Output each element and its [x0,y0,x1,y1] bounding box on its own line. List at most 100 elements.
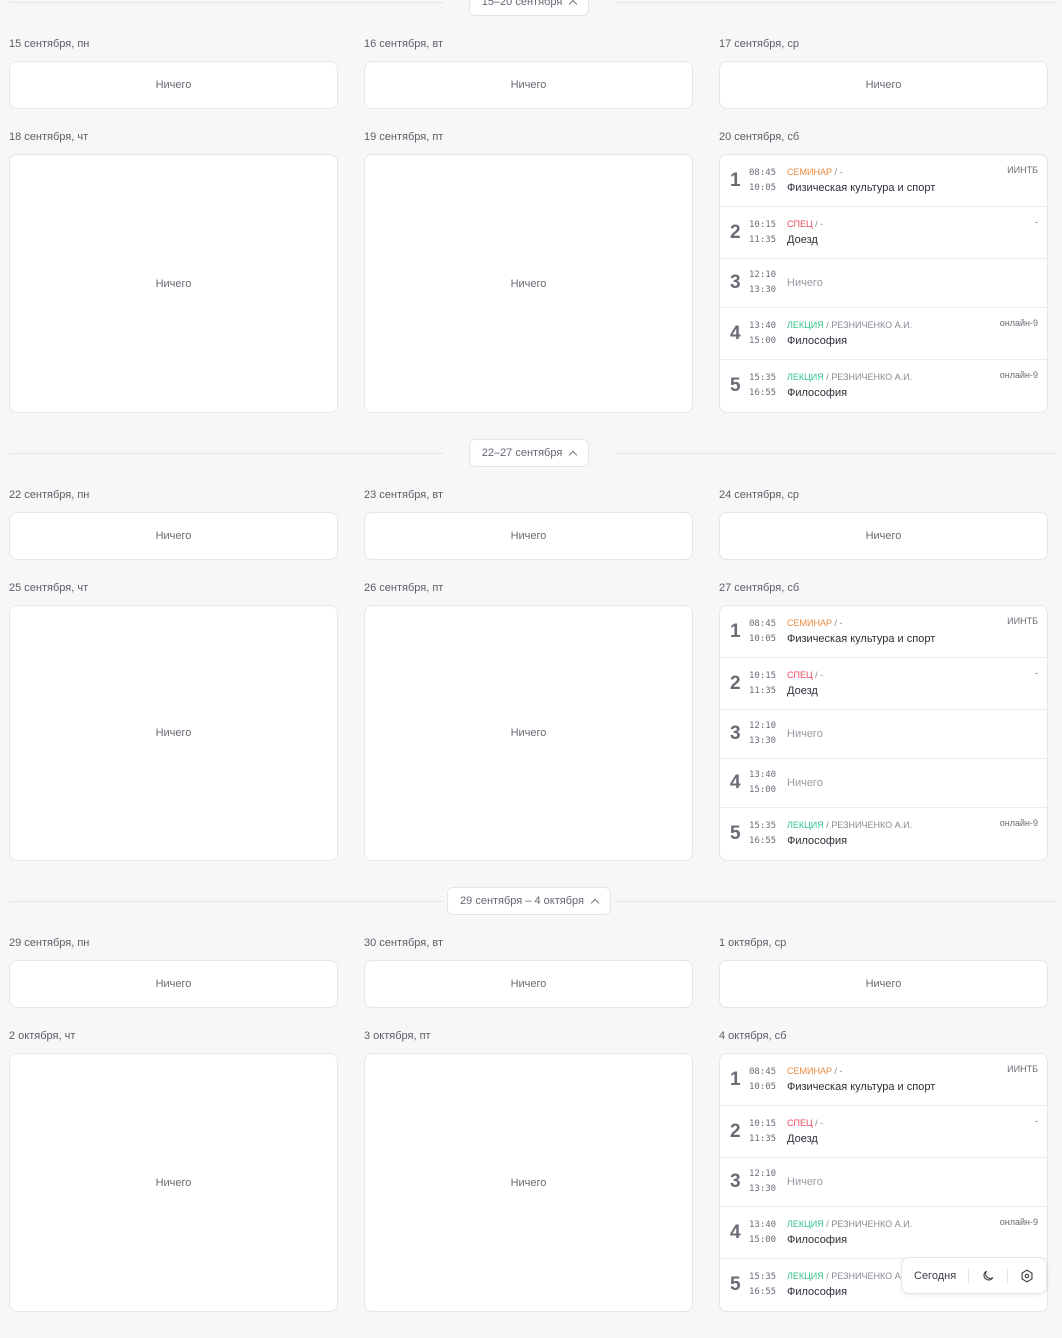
start-time: 15:35 [749,821,777,831]
lesson-type: СПЕЦ [787,1117,813,1128]
lesson-row[interactable]: 3 12:10 13:30 Ничего [720,710,1047,759]
lesson-type: СПЕЦ [787,669,813,680]
day-column: 18 сентября, чт Ничего [9,129,338,413]
day-label: 24 сентября, ср [719,489,799,501]
lesson-times: 10:15 11:35 [749,218,787,248]
settings-icon [1021,1269,1033,1282]
lesson-type: ЛЕКЦИЯ [787,372,824,382]
day-column: 27 сентября, сб 1 08:45 10:05 СЕМИНАР / - Физ… [719,580,1048,861]
teacher-name: РЕЗНИЧЕНКО А.И. [831,1271,913,1281]
lesson-type: ЛЕКЦИЯ [787,820,824,830]
lesson-number: 1 [730,169,741,191]
subject-name: Доезд [787,233,818,246]
lesson-type: ЛЕКЦИЯ [787,1271,824,1281]
subject-name: Физическая культура и спорт [787,1080,936,1093]
day-label: 23 сентября, вт [364,489,443,501]
empty-label: Ничего [510,978,547,990]
theme-toggle-button[interactable] [969,1258,1007,1293]
lesson-number: 2 [730,672,741,694]
lesson-info: Ничего [787,728,1039,740]
today-button[interactable]: Сегодня [902,1258,968,1293]
lesson-row[interactable]: 5 15:35 16:55 ЛЕКЦИЯ / РЕЗНИЧЕНКО А.И. Филос… [720,808,1047,860]
subject-name: Физическая культура и спорт [787,632,936,645]
lesson-row[interactable]: 4 13:40 15:00 ЛЕКЦИЯ / РЕЗНИЧЕНКО А.И. Филос… [720,1207,1047,1259]
week-toggle-button[interactable]: 29 сентября – 4 октября [447,887,611,915]
day-column: 3 октября, пт Ничего [364,1028,693,1312]
day-label: 2 октября, чт [9,1030,76,1042]
floating-toolbar: Сегодня [901,1257,1048,1294]
day-label: 30 сентября, вт [364,937,443,949]
lesson-row[interactable]: 1 08:45 10:05 СЕМИНАР / - Физическая культур… [720,155,1047,207]
start-time: 13:40 [749,770,777,780]
lesson-row[interactable]: 1 08:45 10:05 СЕМИНАР / - Физическая культур… [720,606,1047,658]
start-time: 08:45 [749,618,777,629]
week-section: 29 сентября – 4 октября 29 сентября, пн Ни… [9,887,1058,1312]
lesson-row[interactable]: 2 10:15 11:35 СПЕЦ / - Доезд - [720,1106,1047,1158]
day-column: 19 сентября, пт Ничего [364,129,693,413]
lesson-row[interactable]: 2 10:15 11:35 СПЕЦ / - Доезд - [720,658,1047,710]
start-time: 13:40 [749,1219,777,1230]
subject-name: Философия [787,387,848,399]
day-card-empty: Ничего [364,1053,693,1312]
divider [9,453,444,454]
lesson-number: 1 [730,1068,741,1090]
lesson-row[interactable]: 5 15:35 16:55 ЛЕКЦИЯ / РЕЗНИЧЕНКО А.И. Филос… [720,360,1047,412]
empty-label: Ничего [865,79,902,91]
teacher-name: - [820,218,824,229]
lesson-row[interactable]: 1 08:45 10:05 СЕМИНАР / - Физическая культур… [720,1054,1047,1106]
teacher-name: - [839,1065,843,1076]
lesson-number: 5 [730,1274,741,1295]
start-time: 08:45 [749,167,777,178]
lesson-info: СЕМИНАР / - Физическая культура и спорт [787,616,1039,648]
start-time: 12:10 [749,721,777,731]
teacher-name: - [820,669,824,680]
subject-name: Физическая культура и спорт [787,181,936,194]
lesson-times: 13:40 15:00 [749,319,787,349]
week-section: 15–20 сентября 15 сентября, пн Ничего 16 се… [9,0,1058,413]
lesson-number: 4 [730,1221,741,1243]
day-label: 4 октября, сб [719,1030,787,1042]
subject-name: Философия [787,1233,848,1246]
lesson-row[interactable]: 4 13:40 15:00 ЛЕКЦИЯ / РЕЗНИЧЕНКО А.И. Филос… [720,308,1047,360]
lesson-type: СЕМИНАР [787,166,832,177]
empty-label: Ничего [510,727,547,739]
start-time: 08:45 [749,1066,777,1077]
end-time: 13:30 [749,736,777,746]
day-column: 17 сентября, ср Ничего [719,36,1048,109]
week-separator: 15–20 сентября [9,0,1058,16]
empty-label: Ничего [510,79,547,91]
week-toggle-button[interactable]: 15–20 сентября [468,0,590,16]
lesson-times: 10:15 11:35 [749,669,787,699]
day-column: 26 сентября, пт Ничего [364,580,693,861]
lesson-number: 3 [730,272,741,293]
lesson-times: 13:40 15:00 [749,768,787,798]
teacher-name: РЕЗНИЧЕНКО А.И. [831,1218,913,1229]
end-time: 16:55 [749,836,777,846]
start-time: 10:15 [749,219,777,230]
lesson-row[interactable]: 3 12:10 13:30 Ничего [720,259,1047,308]
chevron-up-icon [569,0,578,8]
day-label: 26 сентября, пт [364,582,444,594]
lesson-times: 15:35 16:55 [749,371,787,401]
end-time: 15:00 [749,335,777,346]
lesson-type: ЛЕКЦИЯ [787,1218,824,1229]
teacher-name: РЕЗНИЧЕНКО А.И. [831,372,913,382]
week-toggle-button[interactable]: 22–27 сентября [468,439,590,467]
lesson-info: СПЕЦ / - Доезд [787,1116,1039,1148]
settings-button[interactable] [1008,1258,1046,1293]
lesson-row[interactable]: 4 13:40 15:00 Ничего [720,759,1047,808]
moon-icon [983,1270,994,1281]
empty-slot-label: Ничего [787,1176,823,1188]
lesson-info: Ничего [787,277,1039,289]
days-grid: 15 сентября, пн Ничего 16 сентября, вт Ниче… [9,36,1049,413]
lesson-times: 10:15 11:35 [749,1117,787,1147]
start-time: 13:40 [749,320,777,331]
empty-label: Ничего [510,530,547,542]
end-time: 16:55 [749,388,777,398]
lesson-times: 08:45 10:05 [749,166,787,196]
subject-name: Доезд [787,684,818,697]
day-card: 1 08:45 10:05 СЕМИНАР / - Физическая культур… [719,154,1048,413]
lesson-row[interactable]: 2 10:15 11:35 СПЕЦ / - Доезд - [720,207,1047,259]
lesson-meta: СЕМИНАР / - [787,617,843,628]
lesson-row[interactable]: 3 12:10 13:30 Ничего [720,1158,1047,1207]
